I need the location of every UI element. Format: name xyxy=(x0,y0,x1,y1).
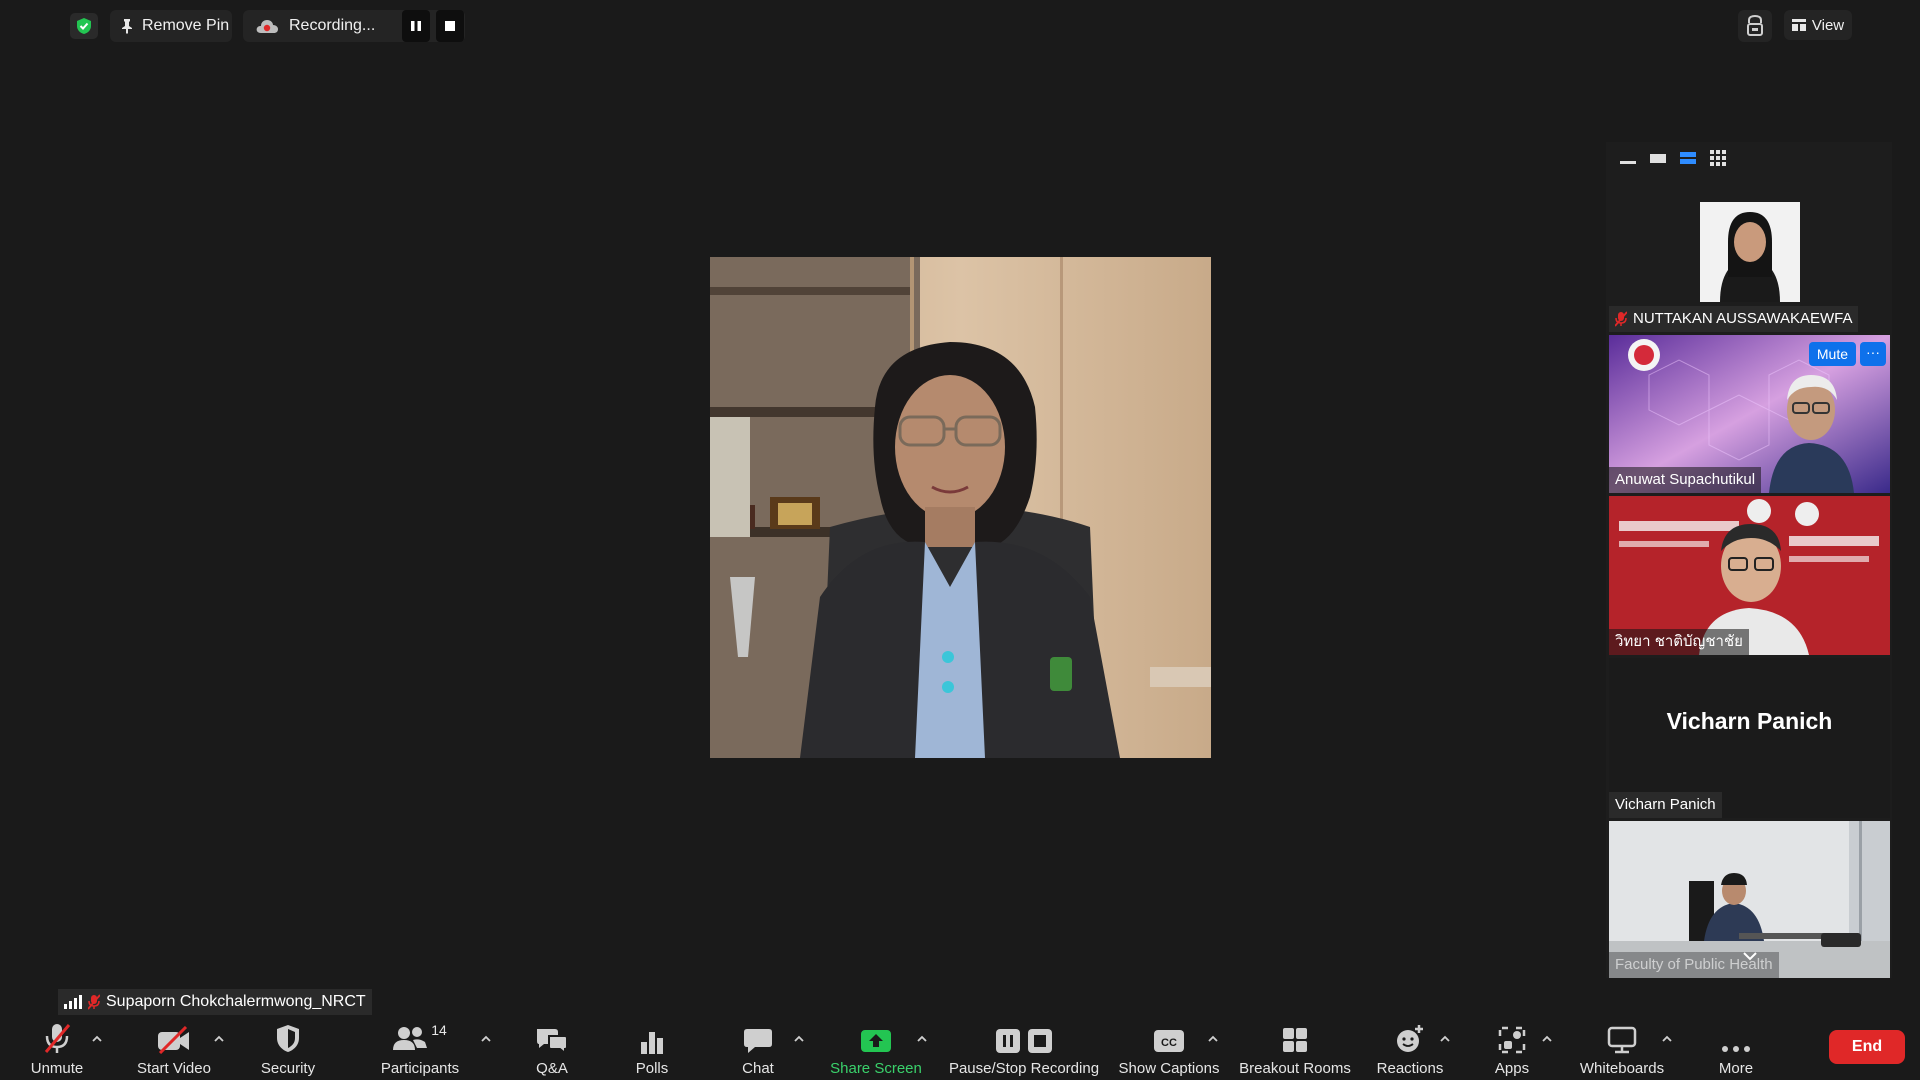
qa-button[interactable]: Q&A xyxy=(530,1018,574,1078)
main-speaker-video[interactable] xyxy=(710,257,1211,758)
more-button[interactable]: More xyxy=(1714,1018,1758,1078)
muted-mic-icon xyxy=(88,994,100,1010)
top-bar: Remove Pin Recording... View xyxy=(0,0,1920,52)
remove-pin-button[interactable]: Remove Pin xyxy=(110,10,232,42)
meeting-toolbar: Unmute Start Video Security 14 Participa… xyxy=(0,1016,1920,1080)
stop-recording-button[interactable] xyxy=(436,10,464,42)
reactions-smiley-icon xyxy=(1397,1025,1423,1052)
gallery-panel: NUTTAKAN AUSSAWAKAEWFA Mute ··· Anuwat S… xyxy=(1606,142,1892,978)
participants-options-chevron-icon[interactable] xyxy=(479,1032,493,1046)
participant-tile[interactable]: วิทยา ชาติบัญชาชัย xyxy=(1609,496,1890,655)
pin-icon xyxy=(122,19,132,34)
start-video-button[interactable]: Start Video xyxy=(132,1018,216,1078)
participants-button[interactable]: 14 Participants xyxy=(378,1018,462,1078)
participant-tile[interactable]: Vicharn Panich Vicharn Panich xyxy=(1609,658,1890,818)
share-screen-icon xyxy=(861,1030,891,1052)
participant-name-label: วิทยา ชาติบัญชาชัย xyxy=(1609,629,1749,655)
participant-tile[interactable]: NUTTAKAN AUSSAWAKAEWFA xyxy=(1609,200,1890,332)
view-button[interactable]: View xyxy=(1784,10,1852,40)
grid-layout-icon[interactable] xyxy=(1710,150,1726,166)
view-label: View xyxy=(1811,16,1845,34)
svg-text:CC: CC xyxy=(1161,1037,1177,1049)
cloud-recording-icon xyxy=(256,20,278,33)
recording-label: Recording... xyxy=(289,17,376,34)
scroll-down-chevron-icon[interactable] xyxy=(1743,951,1757,961)
apps-icon xyxy=(1498,1026,1526,1054)
muted-microphone-icon xyxy=(44,1024,71,1053)
stop-recording-icon xyxy=(1028,1029,1052,1053)
reactions-button[interactable]: Reactions xyxy=(1374,1018,1446,1078)
minimize-icon[interactable] xyxy=(1620,151,1636,165)
polls-icon xyxy=(641,1032,663,1054)
whiteboards-button[interactable]: Whiteboards xyxy=(1574,1018,1670,1078)
participant-display-name: Vicharn Panich xyxy=(1666,708,1833,734)
qa-icon xyxy=(537,1029,568,1054)
more-ellipsis-icon xyxy=(1722,1046,1750,1052)
grid-view-icon xyxy=(1791,19,1806,31)
signal-strength-icon xyxy=(64,995,82,1009)
video-options-chevron-icon[interactable] xyxy=(212,1032,226,1046)
participant-tile[interactable]: Faculty of Public Health xyxy=(1609,821,1890,978)
breakout-rooms-icon xyxy=(1283,1028,1307,1052)
speaker-layout-icon[interactable] xyxy=(1650,151,1666,165)
share-screen-options-chevron-icon[interactable] xyxy=(915,1032,929,1046)
remove-pin-label: Remove Pin xyxy=(142,17,230,34)
whiteboards-options-chevron-icon[interactable] xyxy=(1660,1032,1674,1046)
participant-avatar xyxy=(1700,202,1800,302)
captions-options-chevron-icon[interactable] xyxy=(1206,1032,1220,1046)
mute-participant-button[interactable]: Mute xyxy=(1808,342,1856,366)
audio-options-chevron-icon[interactable] xyxy=(90,1032,104,1046)
participant-tile[interactable]: Mute ··· Anuwat Supachutikul xyxy=(1609,335,1890,493)
breakout-rooms-button[interactable]: Breakout Rooms xyxy=(1236,1018,1354,1078)
gallery-layout-controls xyxy=(1606,142,1892,174)
stop-icon xyxy=(445,21,455,31)
apps-button[interactable]: Apps xyxy=(1490,1018,1534,1078)
share-screen-button[interactable]: Share Screen xyxy=(828,1018,924,1078)
reactions-options-chevron-icon[interactable] xyxy=(1438,1032,1452,1046)
polls-button[interactable]: Polls xyxy=(630,1018,674,1078)
strip-layout-icon[interactable] xyxy=(1680,151,1696,165)
apps-options-chevron-icon[interactable] xyxy=(1540,1032,1554,1046)
chat-bubble-icon xyxy=(744,1029,772,1053)
immersive-view-icon[interactable] xyxy=(1738,10,1772,42)
chat-options-chevron-icon[interactable] xyxy=(792,1032,806,1046)
show-captions-button[interactable]: CC Show Captions xyxy=(1116,1018,1222,1078)
recording-indicator[interactable]: Recording... xyxy=(243,10,465,42)
pause-stop-recording-button[interactable]: Pause/Stop Recording xyxy=(946,1018,1102,1078)
active-speaker-label: Supaporn Chokchalermwong_NRCT xyxy=(58,989,372,1015)
participants-count: 14 xyxy=(431,1022,447,1038)
encryption-shield-icon[interactable] xyxy=(70,13,98,39)
security-shield-icon xyxy=(277,1025,299,1052)
participant-more-button[interactable]: ··· xyxy=(1860,342,1886,366)
end-meeting-button[interactable]: End xyxy=(1829,1030,1905,1064)
participant-name-label: Vicharn Panich xyxy=(1609,792,1722,818)
whiteboard-icon xyxy=(1607,1026,1637,1054)
pause-icon xyxy=(411,21,421,31)
pause-recording-button[interactable] xyxy=(402,10,430,42)
active-speaker-name: Supaporn Chokchalermwong_NRCT xyxy=(106,993,366,1010)
participant-name-label: NUTTAKAN AUSSAWAKAEWFA xyxy=(1609,306,1859,332)
participant-name-label: Anuwat Supachutikul xyxy=(1609,467,1762,493)
pause-recording-icon xyxy=(996,1029,1020,1053)
unmute-button[interactable]: Unmute xyxy=(24,1018,90,1078)
security-button[interactable]: Security xyxy=(258,1018,318,1078)
video-off-icon xyxy=(158,1026,189,1054)
muted-mic-icon xyxy=(1615,311,1627,327)
closed-captions-icon: CC xyxy=(1154,1030,1184,1052)
participants-icon xyxy=(393,1027,428,1050)
chat-button[interactable]: Chat xyxy=(736,1018,780,1078)
